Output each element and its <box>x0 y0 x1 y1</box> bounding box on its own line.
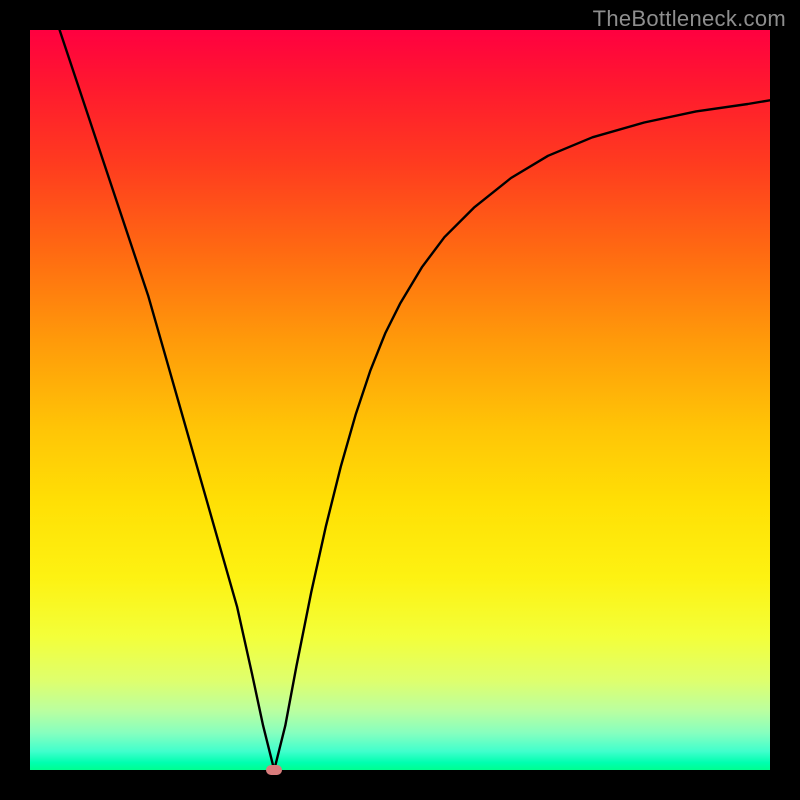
bottleneck-curve <box>60 30 770 770</box>
minimum-marker <box>266 765 282 775</box>
chart-frame <box>30 30 770 770</box>
watermark: TheBottleneck.com <box>593 6 786 32</box>
chart-curve-svg <box>30 30 770 770</box>
